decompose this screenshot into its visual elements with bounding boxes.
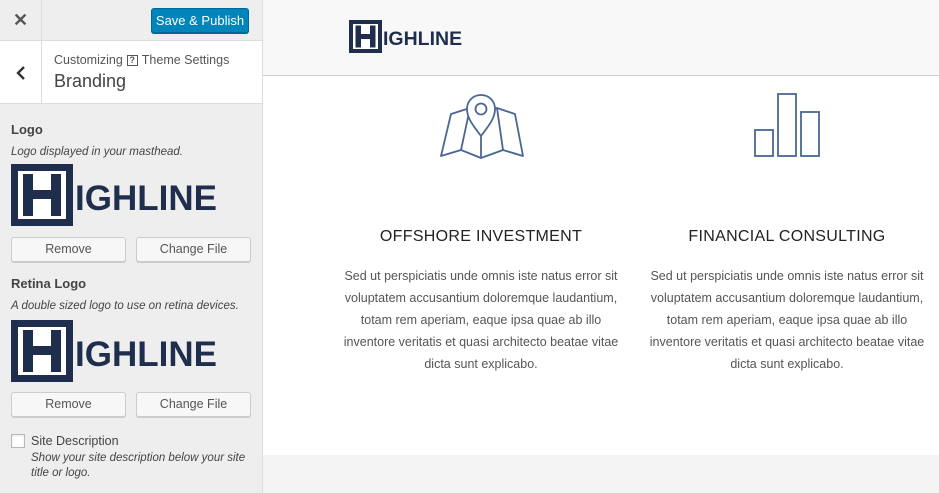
site-description-checkbox[interactable] [11,434,25,448]
bar-chart-icon [754,93,820,157]
section-title: Branding [54,71,127,91]
site-description-label[interactable]: Site Description [31,434,119,448]
logo-control-description: Logo displayed in your masthead. [11,146,183,158]
site-description-help: Show your site description below your si… [31,452,246,479]
chevron-left-icon [15,65,25,80]
remove-retina-logo-button[interactable]: Remove [11,392,126,417]
save-publish-button[interactable]: Save & Publish [151,8,249,33]
section-header: Customizing ? Theme Settings Branding [0,41,262,104]
service-financial-consulting: FINANCIAL CONSULTING Sed ut perspiciatis… [647,90,927,375]
service-description: Sed ut perspiciatis unde omnis iste natu… [343,269,619,371]
breadcrumb-parent: Theme Settings [141,53,230,67]
highline-logo: IGHLINE [11,164,217,226]
logo-control-title: Logo [11,122,43,137]
retina-logo-preview-image: IGHLINE [11,320,251,382]
close-icon: ✕ [12,9,29,30]
service-title: OFFSHORE INVESTMENT [379,228,583,245]
change-retina-logo-file-button[interactable]: Change File [136,392,251,417]
close-customizer-button[interactable]: ✕ [0,0,42,40]
logo-wordmark: IGHLINE [75,179,217,218]
remove-logo-button[interactable]: Remove [11,237,126,262]
retina-logo-wordmark: IGHLINE [75,335,217,374]
service-offshore-investment: OFFSHORE INVESTMENT Sed ut perspiciatis … [341,90,621,375]
preview-footer-strip [263,455,939,493]
site-masthead: IGHLINE [263,0,939,76]
masthead-logo-wordmark: IGHLINE [383,28,462,50]
back-button[interactable] [0,41,42,104]
customizer-sidebar: ✕ Save & Publish Customizing ? Theme Set… [0,0,263,493]
help-icon[interactable]: ? [126,54,138,66]
masthead-logo[interactable]: IGHLINE [349,20,479,59]
service-title: FINANCIAL CONSULTING [688,228,886,245]
logo-preview-image: IGHLINE [11,164,251,226]
retina-logo-control-description: A double sized logo to use on retina dev… [11,300,239,312]
retina-logo-control-title: Retina Logo [11,276,87,291]
customizer-topbar: ✕ Save & Publish [0,0,262,41]
site-preview: IGHLINE OFFSHORE INVESTMENT Sed ut persp… [263,0,939,493]
service-description: Sed ut perspiciatis unde omnis iste natu… [649,269,925,371]
highline-retina-logo: IGHLINE [11,320,217,382]
masthead-highline-logo: IGHLINE [349,20,462,53]
breadcrumb: Customizing ? Theme Settings [54,53,229,67]
breadcrumb-prefix: Customizing [54,53,123,67]
change-logo-file-button[interactable]: Change File [136,237,251,262]
map-pin-icon [440,94,524,159]
